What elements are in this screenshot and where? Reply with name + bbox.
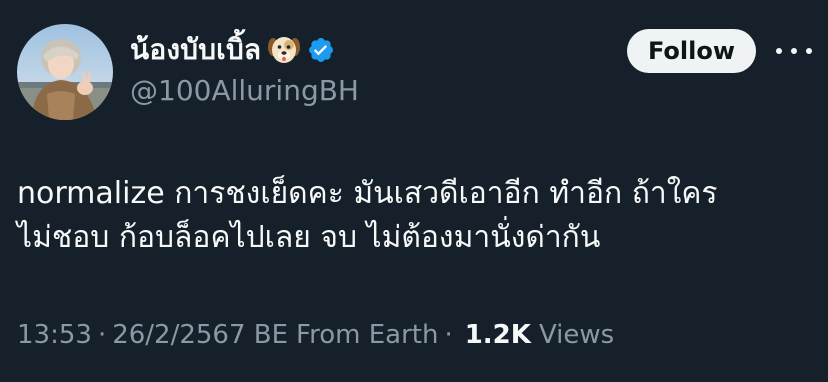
tweet-time[interactable]: 13:53 <box>17 320 92 350</box>
display-name[interactable]: น้องบับเบิ้ล <box>130 28 261 72</box>
display-name-row: น้องบับเบิ้ล <box>130 30 335 70</box>
follow-button[interactable]: Follow <box>627 29 756 73</box>
tweet-meta: 13:53 · 26/2/2567 BE From Earth · 1.2K V… <box>17 320 614 350</box>
more-dot <box>791 48 797 54</box>
tweet-source: From Earth <box>296 320 439 350</box>
user-handle[interactable]: @100AlluringBH <box>130 74 359 107</box>
meta-separator: · <box>97 320 107 350</box>
tweet-card: น้องบับเบิ้ล @100AlluringBH Follow norma… <box>0 0 828 382</box>
dog-face-emoji-icon <box>267 33 301 67</box>
profile-avatar[interactable] <box>17 24 113 120</box>
tweet-text: normalize การชงเย็ดคะ มันเสวดีเอาอีก ทำอ… <box>17 172 817 260</box>
tweet-date[interactable]: 26/2/2567 BE <box>112 320 288 350</box>
more-options-icon[interactable] <box>776 41 812 61</box>
views-count[interactable]: 1.2K <box>465 320 531 350</box>
tweet-text-line: ไม่ชอบ ก้อบล็อคไปเลย จบ ไม่ต้องมานั่งด่า… <box>17 220 601 255</box>
tweet-text-line: normalize การชงเย็ดคะ มันเสวดีเอาอีก ทำอ… <box>17 176 718 211</box>
views-label: Views <box>538 320 615 350</box>
meta-separator: · <box>444 320 453 350</box>
more-dot <box>806 48 812 54</box>
verified-badge-icon[interactable] <box>307 36 335 64</box>
avatar-image <box>17 24 113 120</box>
more-dot <box>776 48 782 54</box>
